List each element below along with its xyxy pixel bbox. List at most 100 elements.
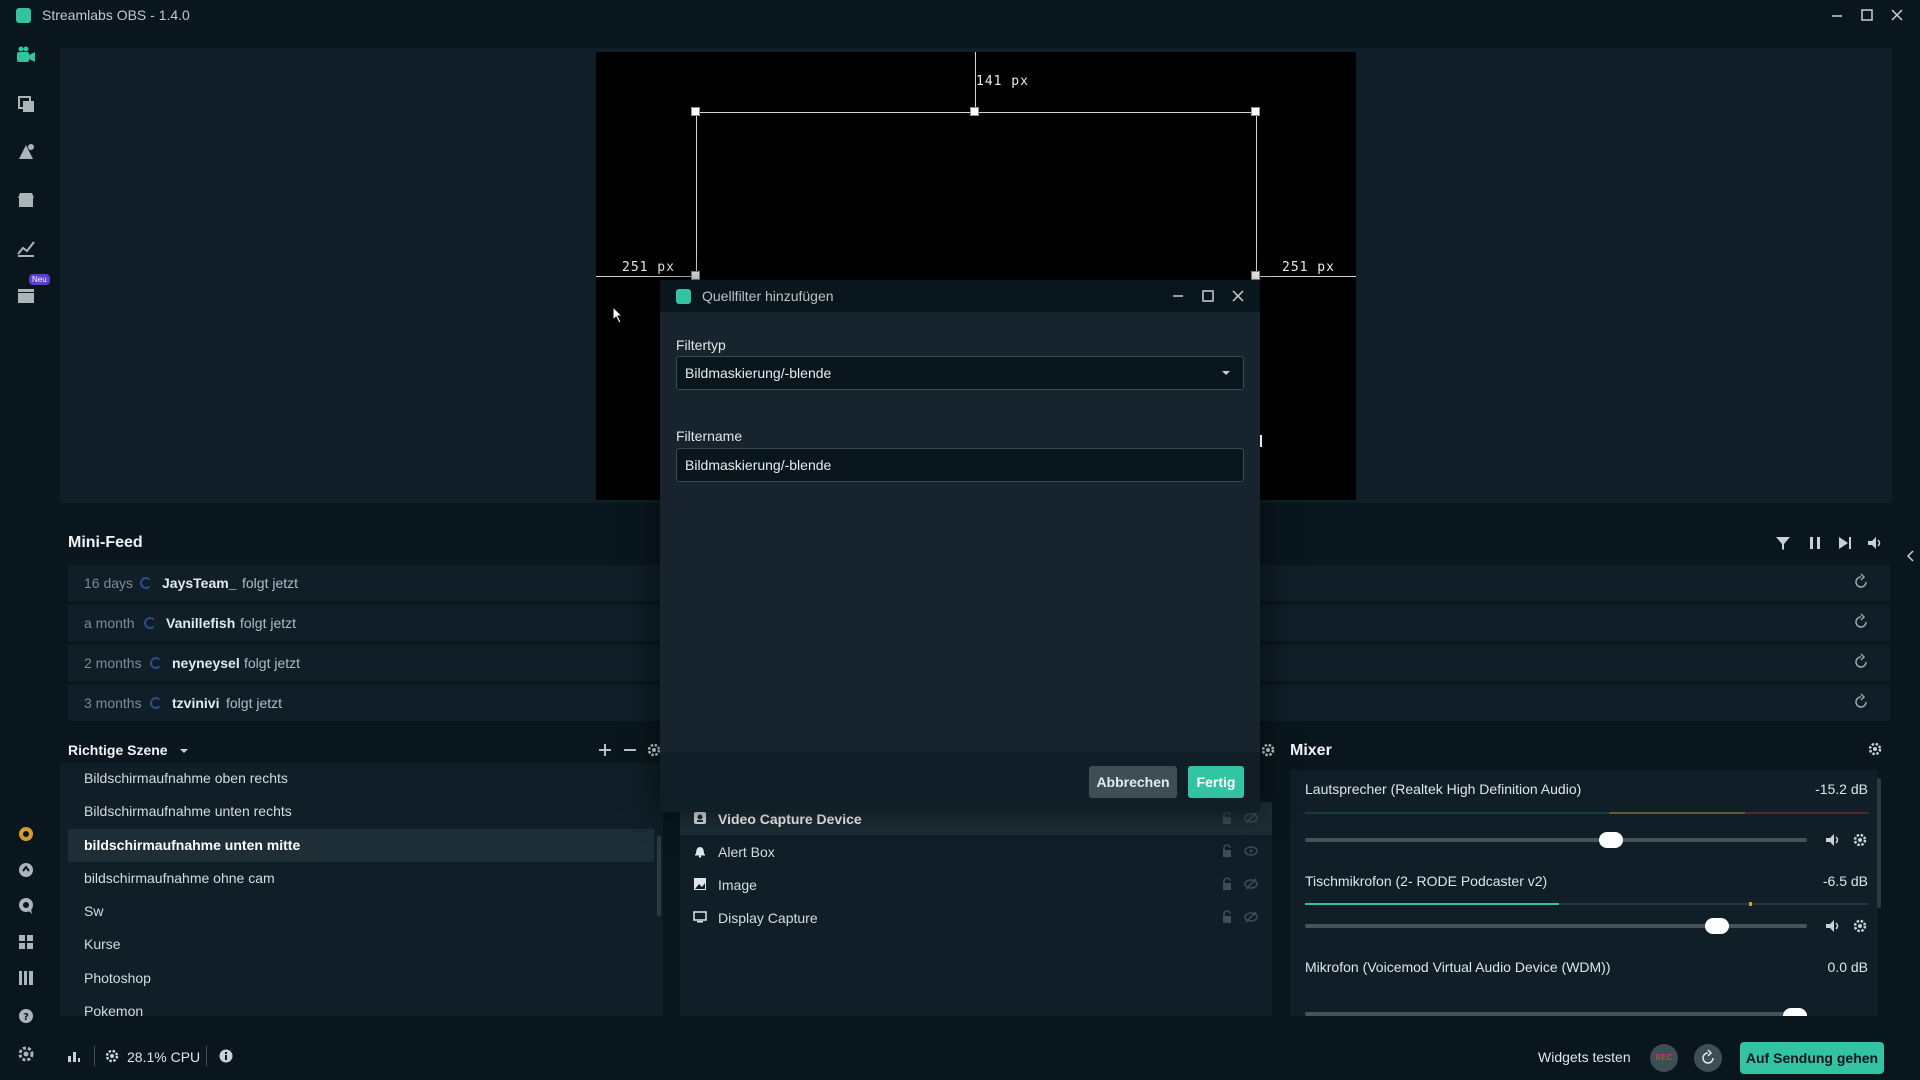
analytics-icon[interactable] bbox=[14, 236, 38, 260]
lock-icon[interactable] bbox=[1220, 811, 1234, 825]
settings-gear-icon[interactable] bbox=[14, 1042, 38, 1066]
record-button[interactable]: REC bbox=[1650, 1044, 1678, 1072]
cancel-button[interactable]: Abbrechen bbox=[1089, 766, 1177, 798]
volume-slider-knob[interactable] bbox=[1599, 832, 1624, 848]
studio-camera-icon[interactable] bbox=[14, 44, 38, 68]
speaker-icon[interactable] bbox=[1824, 831, 1842, 849]
cloud-upload-icon[interactable] bbox=[14, 858, 38, 882]
test-widgets-button[interactable]: Widgets testen bbox=[1538, 1049, 1631, 1065]
filter-icon[interactable] bbox=[1774, 534, 1792, 552]
volume-slider[interactable] bbox=[1305, 924, 1807, 928]
channel-settings-icon[interactable] bbox=[1851, 917, 1869, 935]
footer-divider bbox=[94, 1046, 95, 1066]
follow-icon bbox=[150, 657, 162, 669]
go-live-button[interactable]: Auf Sendung gehen bbox=[1740, 1042, 1884, 1074]
filter-type-select[interactable]: Bildmaskierung/-blende bbox=[676, 356, 1244, 390]
skip-icon[interactable] bbox=[1836, 534, 1854, 552]
mixer-panel bbox=[1290, 770, 1878, 1016]
feed-username[interactable]: Vanillefish bbox=[166, 615, 235, 631]
source-item[interactable]: Alert Box bbox=[680, 835, 1272, 868]
add-scene-icon[interactable] bbox=[596, 741, 614, 759]
scene-item[interactable]: Bildschirmaufnahme oben rechts bbox=[68, 762, 654, 795]
resize-handle-bottom-left[interactable] bbox=[691, 271, 700, 280]
filter-type-value: Bildmaskierung/-blende bbox=[685, 365, 832, 381]
feed-username[interactable]: JaysTeam_ bbox=[162, 575, 236, 591]
visibility-hidden-icon[interactable] bbox=[1244, 811, 1258, 825]
scene-item-active[interactable]: bildschirmaufnahme unten mitte bbox=[68, 829, 654, 862]
resize-handle-top-left[interactable] bbox=[691, 107, 700, 116]
feed-username[interactable]: tzvinivi bbox=[172, 695, 219, 711]
lock-icon[interactable] bbox=[1220, 910, 1234, 924]
store-icon[interactable] bbox=[14, 188, 38, 212]
replay-icon[interactable] bbox=[1852, 613, 1870, 631]
mixer-channel-db: 0.0 dB bbox=[1827, 959, 1868, 975]
source-label: Display Capture bbox=[718, 910, 818, 926]
visibility-hidden-icon[interactable] bbox=[1244, 910, 1258, 924]
replay-icon[interactable] bbox=[1852, 693, 1870, 711]
lock-icon[interactable] bbox=[1220, 877, 1234, 891]
volume-slider[interactable] bbox=[1305, 838, 1807, 842]
filter-name-input[interactable]: Bildmaskierung/-blende bbox=[676, 448, 1244, 482]
resize-handle-top-right[interactable] bbox=[1251, 107, 1260, 116]
scene-item[interactable]: Sw bbox=[68, 895, 654, 928]
channel-settings-icon[interactable] bbox=[1851, 831, 1869, 849]
replay-icon[interactable] bbox=[1852, 573, 1870, 591]
source-item[interactable]: Image bbox=[680, 868, 1272, 901]
source-settings-icon[interactable] bbox=[1259, 741, 1277, 759]
volume-slider-knob[interactable] bbox=[1704, 918, 1729, 934]
scene-item[interactable]: Kurse bbox=[68, 928, 654, 961]
volume-icon[interactable] bbox=[1866, 534, 1884, 552]
close-icon[interactable] bbox=[1886, 4, 1908, 26]
replay-buffer-button[interactable] bbox=[1694, 1044, 1722, 1072]
left-guide-line bbox=[596, 276, 696, 277]
info-icon[interactable] bbox=[218, 1048, 234, 1064]
pause-icon[interactable] bbox=[1806, 534, 1824, 552]
dialog-close-icon[interactable] bbox=[1228, 286, 1248, 306]
visibility-hidden-icon[interactable] bbox=[1244, 877, 1258, 891]
source-item[interactable]: Display Capture bbox=[680, 901, 1272, 934]
performance-icon[interactable] bbox=[66, 1048, 82, 1064]
collapse-chevron-icon[interactable] bbox=[1904, 548, 1918, 564]
library-icon[interactable] bbox=[14, 966, 38, 990]
mixer-scrollbar[interactable] bbox=[1877, 778, 1881, 908]
scenes-scrollbar[interactable] bbox=[657, 836, 661, 916]
filter-type-label: Filtertyp bbox=[676, 337, 726, 353]
dialog-footer: Abbrechen Fertig bbox=[660, 752, 1260, 812]
volume-slider-knob[interactable] bbox=[1783, 1008, 1807, 1016]
highlighter-icon[interactable] bbox=[14, 284, 38, 308]
lock-icon[interactable] bbox=[1220, 844, 1234, 858]
feed-action: folgt jetzt bbox=[226, 695, 283, 711]
help-icon[interactable]: ? bbox=[14, 1004, 38, 1028]
volume-meter bbox=[1305, 903, 1869, 905]
chevron-down-icon bbox=[179, 747, 189, 755]
visibility-icon[interactable] bbox=[1244, 844, 1258, 858]
chat-icon[interactable] bbox=[14, 894, 38, 918]
app-store-icon[interactable] bbox=[14, 140, 38, 164]
mixer-channel-name: Lautsprecher (Realtek High Definition Au… bbox=[1305, 781, 1582, 797]
maximize-icon[interactable] bbox=[1856, 4, 1878, 26]
themes-icon[interactable] bbox=[14, 92, 38, 116]
dialog-title: Quellfilter hinzufügen bbox=[702, 288, 834, 304]
scene-item[interactable]: bildschirmaufnahme ohne cam bbox=[68, 862, 654, 895]
volume-slider[interactable] bbox=[1305, 1012, 1807, 1016]
mixer-settings-icon[interactable] bbox=[1866, 740, 1884, 758]
replay-icon[interactable] bbox=[1852, 653, 1870, 671]
minimize-icon[interactable] bbox=[1826, 4, 1848, 26]
resize-handle-bottom-right[interactable] bbox=[1251, 271, 1260, 280]
footer-divider bbox=[206, 1046, 207, 1066]
scene-item[interactable]: Photoshop bbox=[68, 962, 654, 995]
dialog-minimize-icon[interactable] bbox=[1168, 286, 1188, 306]
dialog-maximize-icon[interactable] bbox=[1198, 286, 1218, 306]
prime-icon[interactable] bbox=[14, 822, 38, 846]
feed-username[interactable]: neyneysel bbox=[172, 655, 240, 671]
scene-collection-dropdown[interactable]: Richtige Szene bbox=[68, 742, 189, 758]
feed-time: a month bbox=[84, 615, 135, 631]
speaker-icon[interactable] bbox=[1824, 917, 1842, 935]
scene-item[interactable]: Bildschirmaufnahme unten rechts bbox=[68, 795, 654, 828]
scene-label: Photoshop bbox=[84, 970, 151, 986]
scene-item[interactable]: Pokemon bbox=[68, 995, 654, 1028]
done-button[interactable]: Fertig bbox=[1188, 766, 1244, 798]
layout-icon[interactable] bbox=[14, 930, 38, 954]
remove-scene-icon[interactable] bbox=[621, 741, 639, 759]
resize-handle-top-center[interactable] bbox=[970, 107, 979, 116]
